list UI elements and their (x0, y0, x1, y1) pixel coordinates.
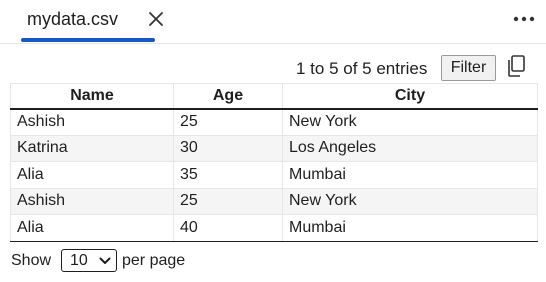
chevron-down-icon (99, 257, 111, 264)
cell-age: 25 (173, 108, 283, 136)
cell-age: 40 (173, 214, 283, 242)
page-size-select[interactable]: 10 (61, 249, 117, 272)
copy-icon[interactable] (505, 54, 527, 78)
cell-age: 30 (173, 135, 283, 162)
entries-info: 1 to 5 of 5 entries (296, 59, 428, 78)
tab-title: mydata.csv (27, 9, 119, 29)
page-size-value: 10 (70, 252, 88, 269)
table-header-row: Name Age City (10, 83, 538, 110)
table-row: Alia 35 Mumbai (10, 161, 538, 189)
cell-name: Ashish (10, 108, 174, 136)
cell-age: 25 (173, 188, 283, 215)
per-page-label: per page (122, 252, 186, 269)
column-header-city[interactable]: City (282, 83, 538, 110)
filter-button[interactable]: Filter (441, 55, 496, 81)
table-row: Ashish 25 New York (10, 108, 538, 136)
file-tab[interactable]: mydata.csv (20, 0, 163, 43)
cell-name: Alia (10, 161, 174, 189)
more-options-icon[interactable] (510, 8, 538, 30)
cell-age: 35 (173, 161, 283, 189)
show-label: Show (11, 252, 52, 269)
cell-city: New York (282, 108, 538, 136)
cell-city: Mumbai (282, 214, 538, 242)
data-table: Name Age City Ashish 25 New York Katrina… (10, 83, 538, 242)
table-row: Ashish 25 New York (10, 188, 538, 215)
cell-name: Ashish (10, 188, 174, 215)
cell-name: Alia (10, 214, 174, 242)
cell-city: Mumbai (282, 161, 538, 189)
editor-tab-bar: mydata.csv (0, 0, 546, 44)
cell-city: Los Angeles (282, 135, 538, 162)
table-row: Alia 40 Mumbai (10, 214, 538, 242)
active-tab-indicator (21, 38, 155, 42)
cell-city: New York (282, 188, 538, 215)
column-header-age[interactable]: Age (173, 83, 283, 110)
close-icon[interactable] (146, 8, 166, 30)
table-row: Katrina 30 Los Angeles (10, 135, 538, 162)
cell-name: Katrina (10, 135, 174, 162)
column-header-name[interactable]: Name (10, 83, 174, 110)
